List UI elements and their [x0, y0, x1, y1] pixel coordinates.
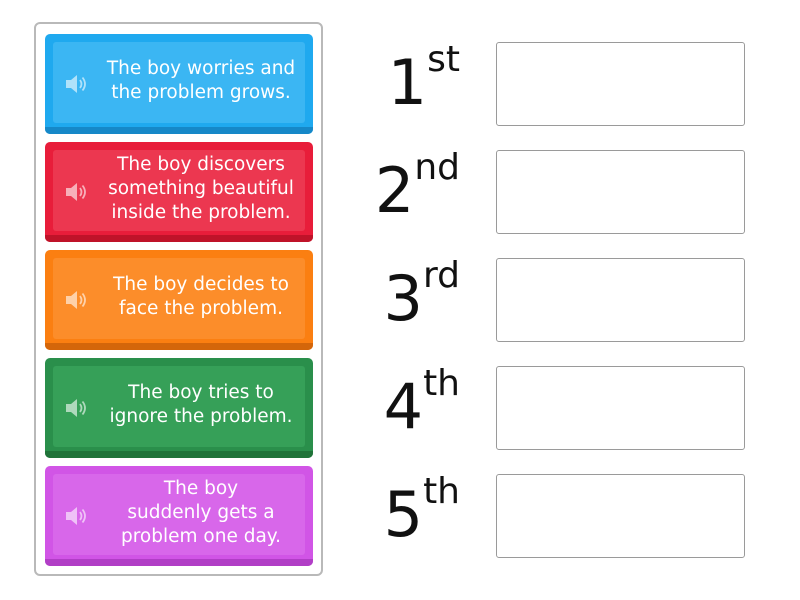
drop-slot-3[interactable]	[496, 258, 745, 342]
answer-tile[interactable]: The boy worries and the problem grows.	[45, 34, 313, 134]
ordinal-label-5: 5th	[340, 470, 460, 560]
speaker-icon[interactable]	[64, 181, 90, 203]
answer-tile[interactable]: The boy decides to face the problem.	[45, 250, 313, 350]
tile-label: The boy decides to face the problem.	[113, 273, 289, 319]
drop-slot-2[interactable]	[496, 150, 745, 234]
speaker-icon[interactable]	[64, 505, 90, 527]
drop-slot-5[interactable]	[496, 474, 745, 558]
speaker-icon[interactable]	[64, 397, 90, 419]
ordinal-suffix: nd	[414, 147, 460, 188]
answer-tile[interactable]: The boy discovers something beautiful in…	[45, 142, 313, 242]
drop-slot-1[interactable]	[496, 42, 745, 126]
tile-shadow	[45, 559, 313, 566]
tile-shadow	[45, 235, 313, 242]
tile-shadow	[45, 127, 313, 134]
tile-label: The boy tries to ignore the problem.	[109, 381, 293, 427]
ordinal-number: 2	[374, 154, 415, 227]
drop-slot-4[interactable]	[496, 366, 745, 450]
answer-tile[interactable]: The boy tries to ignore the problem.	[45, 358, 313, 458]
tile-label: The boy discovers something beautiful in…	[108, 153, 294, 223]
tile-label: The boy worries and the problem grows.	[106, 57, 296, 103]
ordinal-suffix: th	[423, 471, 460, 512]
tile-shadow	[45, 343, 313, 350]
tile-label: The boy suddenly gets a problem one day.	[120, 477, 281, 547]
ordinal-label-3: 3rd	[340, 254, 460, 344]
tile-shadow	[45, 451, 313, 458]
ordinal-suffix: th	[423, 363, 460, 404]
ordinal-number: 3	[383, 262, 423, 335]
ordinal-suffix: st	[427, 39, 460, 80]
ordinal-label-1: 1st	[340, 38, 460, 128]
answer-tile[interactable]: The boy suddenly gets a problem one day.	[45, 466, 313, 566]
ordinal-number: 1	[387, 46, 428, 119]
ordinal-label-4: 4th	[340, 362, 460, 452]
speaker-icon[interactable]	[64, 289, 90, 311]
ordinal-number: 5	[383, 478, 424, 551]
ordinal-number: 4	[383, 370, 424, 443]
ordinal-label-2: 2nd	[340, 146, 460, 236]
ordinal-suffix: rd	[422, 255, 460, 296]
speaker-icon[interactable]	[64, 73, 90, 95]
